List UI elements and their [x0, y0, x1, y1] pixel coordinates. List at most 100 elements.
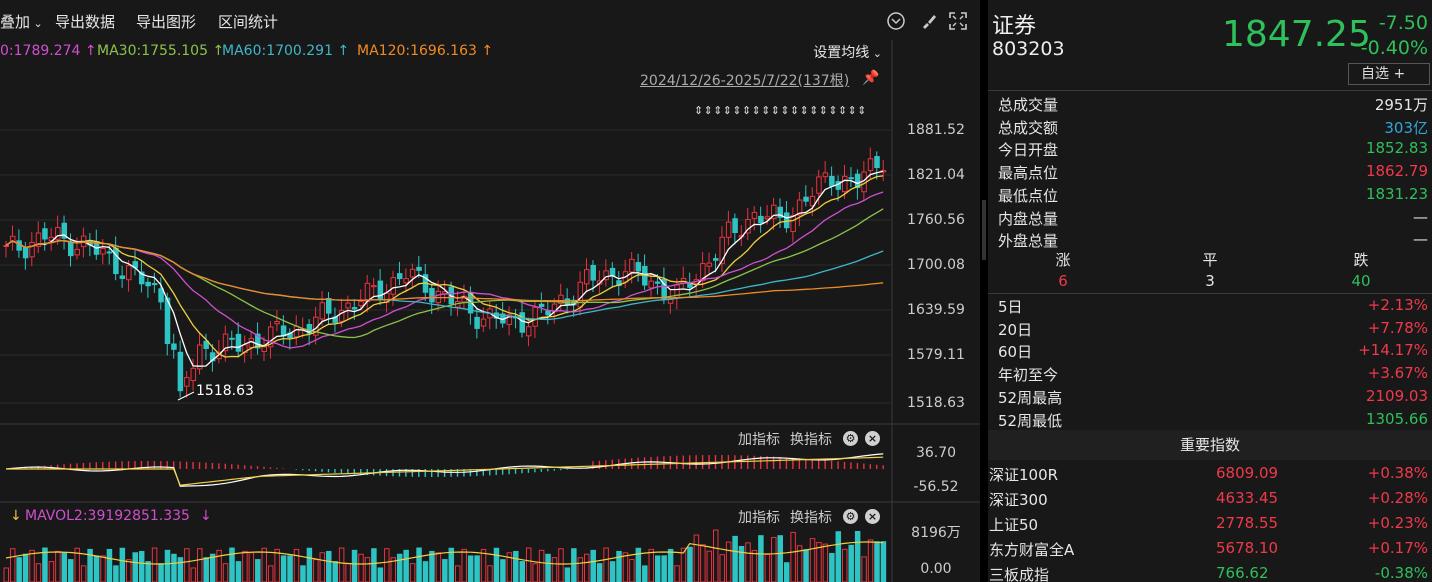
index-name: 上证50 — [989, 516, 1039, 534]
candle-body — [326, 297, 332, 314]
volume-bar — [248, 552, 255, 582]
fullscreen-icon[interactable] — [948, 11, 968, 31]
volume-bar — [693, 534, 700, 582]
volume-bar — [429, 550, 435, 582]
index-row[interactable]: 深证300 4633.45 +0.28% — [988, 486, 1432, 511]
index-row[interactable]: 深证100R 6809.09 +0.38% — [988, 461, 1432, 486]
volume-bar — [513, 550, 519, 582]
period-label: 60日 — [998, 343, 1033, 362]
index-name: 东方财富全A — [989, 541, 1075, 559]
candle-body — [822, 172, 829, 178]
volume-bar — [861, 556, 867, 582]
candle-body — [635, 262, 642, 272]
period-label: 年初至今 — [998, 366, 1059, 385]
period-value: +7.78% — [1367, 318, 1428, 337]
volume-bar — [358, 553, 364, 582]
macd-top-tick: 36.70 — [915, 445, 957, 461]
chart-area[interactable]: ⇕ ⇕ ⇕ ⇕ ⇕ ⇕ ⇕ ⇕ ⇕ ⇕ ⇕ ⇕ ⇕ ⇕ ⇕ ⇕ ⇕ ⇕ 叠加 ⌄ 导出数据 导出图形 区间统计 0… — [0, 0, 980, 582]
period-row: 52周最低 1305.66 — [988, 408, 1432, 430]
volume-bar — [442, 559, 448, 582]
candle-body — [74, 248, 80, 256]
volume-bar — [500, 559, 506, 582]
export-data-button[interactable]: 导出数据 — [55, 11, 115, 32]
switch-indicator-button[interactable]: 换指标 — [790, 507, 832, 527]
candle-body — [197, 344, 203, 370]
period-label: 52周最高 — [998, 388, 1063, 407]
volume-bar — [822, 543, 829, 582]
candle-body — [706, 262, 713, 267]
volume-bar — [629, 559, 635, 582]
ma-settings-button[interactable]: 设置均线 ⌄ — [813, 42, 882, 62]
gear-icon[interactable]: ⚙ — [843, 431, 858, 446]
candle-body — [829, 175, 835, 187]
index-row[interactable]: 上证50 2778.55 +0.23% — [988, 511, 1432, 536]
vol-bottom-tick: 0.00 — [920, 561, 952, 577]
index-section-title: 重要指数 — [988, 430, 1432, 460]
candle-body — [68, 241, 74, 257]
switch-indicator-button[interactable]: 换指标 — [790, 429, 832, 449]
index-row[interactable]: 三板成指 766.62 -0.38% — [988, 561, 1432, 582]
chart-toolbar: 叠加 ⌄ 导出数据 导出图形 区间统计 — [0, 0, 980, 40]
panel-splitter[interactable] — [980, 0, 988, 582]
brush-icon[interactable] — [918, 11, 938, 31]
volume-bar — [171, 553, 177, 582]
volume-bar — [687, 546, 693, 582]
volume-bar — [338, 547, 345, 582]
candle-body — [274, 320, 280, 325]
vol-top-tick: 8196万 — [911, 525, 961, 541]
ma120-value: MA120:1696.163 ↑ — [357, 43, 494, 59]
volume-bar — [396, 553, 403, 582]
candle-body — [629, 258, 635, 273]
overlay-dropdown[interactable]: 叠加 ⌄ — [0, 11, 43, 32]
candle-body — [474, 316, 480, 329]
volume-bar — [771, 536, 777, 582]
candle-body — [409, 268, 416, 278]
candle-body — [545, 310, 551, 316]
candle-body — [564, 298, 571, 306]
volume-bar — [803, 549, 809, 582]
ma60-value: MA60:1700.291 ↑ — [222, 43, 350, 59]
volume-bar — [22, 553, 29, 582]
stat-value: 1862.79 — [1365, 162, 1428, 181]
index-name: 三板成指 — [989, 566, 1050, 582]
volume-bar — [80, 565, 87, 582]
stat-label: 今日开盘 — [998, 141, 1059, 160]
period-row: 60日 +14.17% — [988, 339, 1432, 361]
add-indicator-button[interactable]: 加指标 — [738, 429, 780, 449]
volume-bar — [371, 548, 377, 582]
volume-bar — [538, 549, 545, 582]
candle-body — [126, 265, 132, 281]
index-row[interactable]: 东方财富全A 5678.10 +0.17% — [988, 536, 1432, 561]
volume-bar — [422, 561, 429, 582]
candle-body — [293, 325, 300, 338]
volume-bar — [222, 563, 229, 582]
volume-bar — [758, 535, 764, 582]
volume-bar — [261, 547, 267, 582]
volume-bar — [764, 553, 771, 582]
chart-bg — [0, 40, 892, 582]
price-change-pct: -0.40% — [1360, 37, 1428, 59]
index-value: 766.62 — [1216, 564, 1269, 582]
range-stats-button[interactable]: 区间统计 — [218, 11, 278, 32]
close-icon[interactable]: × — [865, 509, 880, 524]
volume-bar — [848, 544, 854, 582]
chevron-circle-icon[interactable] — [886, 11, 906, 31]
volume-bar — [700, 544, 706, 582]
add-indicator-button[interactable]: 加指标 — [738, 507, 780, 527]
candle-body — [783, 212, 790, 229]
volume-bar — [584, 553, 590, 582]
close-icon[interactable]: × — [865, 431, 880, 446]
add-watchlist-button[interactable]: 自选 + — [1348, 63, 1430, 85]
mavol-arrow: ↓ — [200, 508, 212, 524]
export-chart-button[interactable]: 导出图形 — [136, 11, 196, 32]
candle-body — [667, 298, 674, 304]
signal-marker: ⇕ — [848, 104, 857, 117]
volume-bar — [751, 549, 758, 582]
candle-body — [22, 247, 29, 259]
volume-bar — [158, 563, 164, 582]
candle-body — [42, 228, 48, 240]
candle-body — [158, 288, 164, 303]
pin-icon[interactable]: 📌 — [862, 70, 879, 86]
gear-icon[interactable]: ⚙ — [843, 509, 858, 524]
volume-bar — [835, 531, 842, 582]
